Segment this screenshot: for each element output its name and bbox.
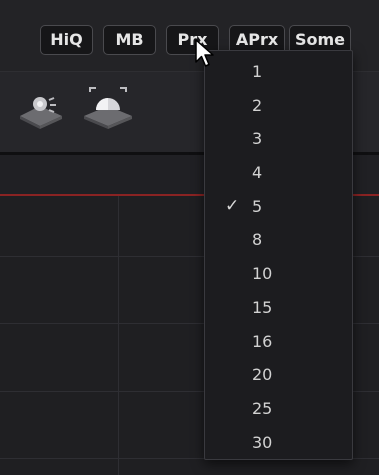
menu-item-label: 3 — [252, 129, 263, 149]
hiq-button[interactable]: HiQ — [40, 25, 93, 55]
menu-item-label: 1 — [252, 62, 263, 81]
proxy-ratio-menu: 1 2 3 4 ✓ 5 8 10 15 16 20 25 30 — [204, 50, 353, 460]
menu-item-2[interactable]: 2 — [205, 89, 352, 123]
menu-item-15[interactable]: 15 — [205, 291, 352, 325]
camera-tool-icon[interactable] — [80, 86, 136, 130]
menu-item-5-selected[interactable]: ✓ 5 — [205, 190, 352, 224]
menu-item-label: 25 — [252, 398, 273, 418]
menu-item-label: 30 — [252, 432, 273, 452]
menu-item-label: 16 — [252, 331, 273, 351]
menu-item-16[interactable]: 16 — [205, 325, 352, 359]
menu-item-3[interactable]: 3 — [205, 122, 352, 156]
menu-item-label: 5 — [252, 196, 263, 216]
light-tool-icon[interactable] — [18, 90, 68, 130]
menu-item-10[interactable]: 10 — [205, 257, 352, 291]
app-window: HiQ MB Prx APrx Some 1 2 3 4 ✓ 5 8 10 15… — [0, 0, 379, 475]
grid-column-line — [118, 196, 119, 475]
menu-item-label: 20 — [252, 365, 273, 385]
menu-item-1[interactable]: 1 — [205, 55, 352, 89]
checkmark-icon: ✓ — [225, 195, 240, 216]
menu-item-label: 8 — [252, 230, 263, 250]
menu-item-25[interactable]: 25 — [205, 392, 352, 426]
menu-item-20[interactable]: 20 — [205, 358, 352, 392]
motion-blur-button[interactable]: MB — [103, 25, 156, 55]
menu-item-label: 15 — [252, 297, 273, 317]
menu-item-8[interactable]: 8 — [205, 223, 352, 257]
menu-item-4[interactable]: 4 — [205, 156, 352, 190]
menu-item-label: 2 — [252, 95, 263, 115]
menu-item-label: 4 — [252, 163, 263, 183]
mouse-cursor-icon — [195, 39, 214, 67]
menu-item-30[interactable]: 30 — [205, 426, 352, 460]
menu-item-label: 10 — [252, 264, 273, 284]
